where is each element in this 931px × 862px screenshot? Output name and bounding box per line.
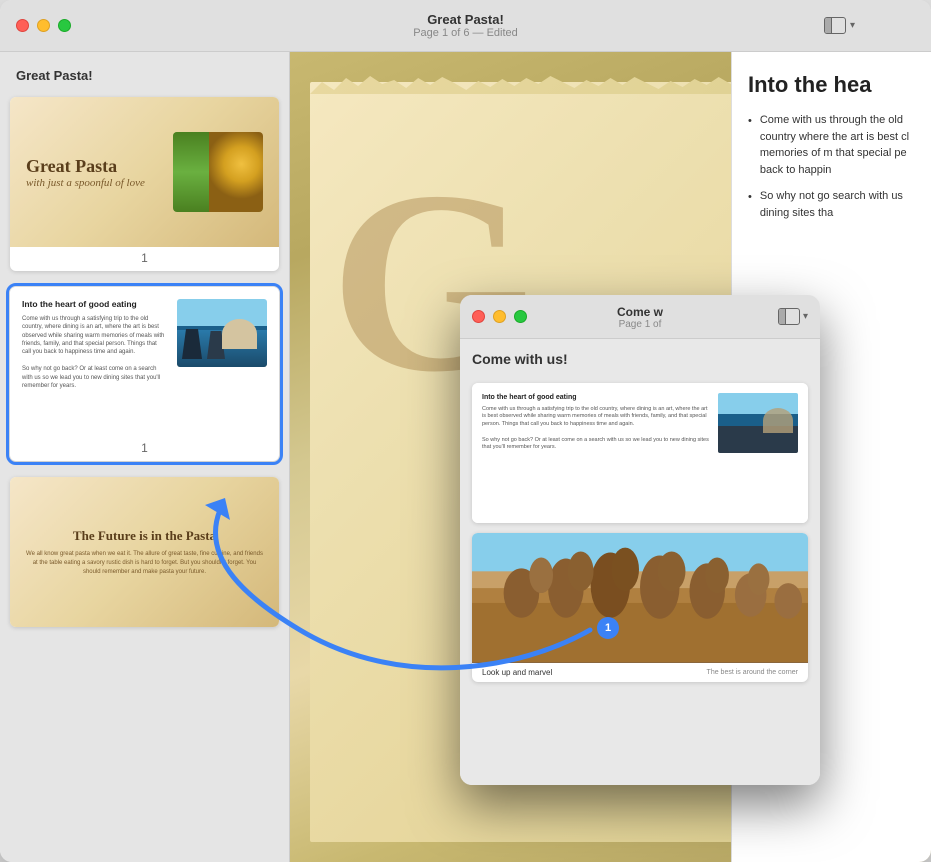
right-bullet-text-2: So why not go search with us dining site…: [760, 188, 915, 221]
slide-thumb-3-preview: The Future is in the Pasta We all know g…: [10, 477, 279, 627]
maximize-button[interactable]: [58, 19, 71, 32]
slide-badge: 1: [597, 617, 619, 639]
slide2-text: Into the heart of good eating Come with …: [22, 299, 167, 390]
mini-venice-slide: Into the heart of good eating Come with …: [472, 383, 808, 523]
bullet-icon-2: •: [748, 189, 752, 221]
slide1-image: [173, 132, 263, 212]
right-bullet-1: • Come with us through the old country w…: [748, 112, 915, 178]
second-window-body: Come with us! Into the heart of good eat…: [460, 339, 820, 785]
second-slide-thumb-1[interactable]: Into the heart of good eating Come with …: [472, 383, 808, 523]
slide-thumb-1[interactable]: Great Pasta with just a spoonful of love…: [10, 97, 279, 271]
colosseum-caption-row: Look up and marvel The best is around th…: [472, 663, 808, 682]
mini-venice-text: Into the heart of good eating Come with …: [482, 393, 710, 452]
slide-number-2: 1: [10, 437, 279, 461]
slide2-background: Into the heart of good eating Come with …: [10, 287, 279, 437]
second-window: ▾ Come w Page 1 of Come with us! Into th…: [460, 295, 820, 785]
slide1-title: Great Pasta: [26, 156, 173, 177]
colosseum-slide-thumb[interactable]: Look up and marvel The best is around th…: [472, 533, 808, 682]
second-title-bar: ▾: [460, 295, 820, 339]
second-close-button[interactable]: [472, 310, 485, 323]
slide1-background: Great Pasta with just a spoonful of love: [10, 97, 279, 247]
colosseum-subcaption: The best is around the corner: [707, 669, 798, 676]
badge-number: 1: [605, 622, 611, 634]
sidebar-title: Great Pasta!: [10, 68, 279, 83]
right-bullet-2: • So why not go search with us dining si…: [748, 188, 915, 221]
second-traffic-lights: [472, 310, 527, 323]
second-sidebar-title: Come with us!: [472, 351, 808, 367]
slide-number-1: 1: [10, 247, 279, 271]
traffic-lights: [16, 19, 71, 32]
minimize-button[interactable]: [37, 19, 50, 32]
bullet-icon-1: •: [748, 113, 752, 178]
main-title-bar: ▾ Great Pasta! Page 1 of 6 — Edited: [0, 0, 931, 52]
mini-venice-body: Come with us through a satisfying trip t…: [482, 406, 710, 452]
close-button[interactable]: [16, 19, 29, 32]
mini-venice-image: [718, 393, 798, 453]
second-chevron-down-icon: ▾: [803, 311, 808, 322]
slide1-subtitle: with just a spoonful of love: [26, 177, 173, 189]
colosseum-caption-text: Look up and marvel: [482, 668, 552, 677]
colosseum-svg: [472, 533, 808, 663]
chevron-down-icon: ▾: [850, 20, 855, 31]
venice-scene: [177, 299, 267, 367]
main-window-title: Great Pasta!: [413, 12, 518, 27]
second-maximize-button[interactable]: [514, 310, 527, 323]
slide2-body: Come with us through a satisfying trip t…: [22, 315, 167, 391]
slide-thumb-2-preview: Into the heart of good eating Come with …: [10, 287, 279, 437]
slide3-body: We all know great pasta when we eat it. …: [24, 550, 265, 577]
corn-image: [173, 132, 263, 212]
right-panel-title: Into the hea: [748, 72, 915, 98]
second-minimize-button[interactable]: [493, 310, 506, 323]
slide1-text: Great Pasta with just a spoonful of love: [26, 156, 173, 189]
sidebar-icon: [824, 17, 846, 34]
slide-thumb-3[interactable]: The Future is in the Pasta We all know g…: [10, 477, 279, 627]
colosseum-preview: [472, 533, 808, 663]
sidebar: Great Pasta! Great Pasta with just a spo…: [0, 52, 290, 862]
slide-thumb-1-preview: Great Pasta with just a spoonful of love: [10, 97, 279, 247]
colosseum-image: [472, 533, 808, 663]
mini-venice-title: Into the heart of good eating: [482, 393, 710, 403]
sidebar-toggle-button[interactable]: ▾: [824, 17, 855, 34]
main-window-title-group: Great Pasta! Page 1 of 6 — Edited: [413, 12, 518, 39]
slide3-background: The Future is in the Pasta We all know g…: [10, 477, 279, 627]
slide3-title: The Future is in the Pasta: [73, 528, 216, 544]
right-bullet-text-1: Come with us through the old country whe…: [760, 112, 915, 178]
second-sidebar-toggle[interactable]: ▾: [778, 308, 808, 325]
slide2-title: Into the heart of good eating: [22, 299, 167, 311]
second-slide-preview: Into the heart of good eating Come with …: [472, 383, 808, 523]
venice-building: [222, 319, 257, 349]
slide2-image: [177, 299, 267, 367]
main-window-subtitle: Page 1 of 6 — Edited: [413, 27, 518, 39]
second-sidebar-icon: [778, 308, 800, 325]
slide-thumb-2[interactable]: Into the heart of good eating Come with …: [10, 287, 279, 461]
